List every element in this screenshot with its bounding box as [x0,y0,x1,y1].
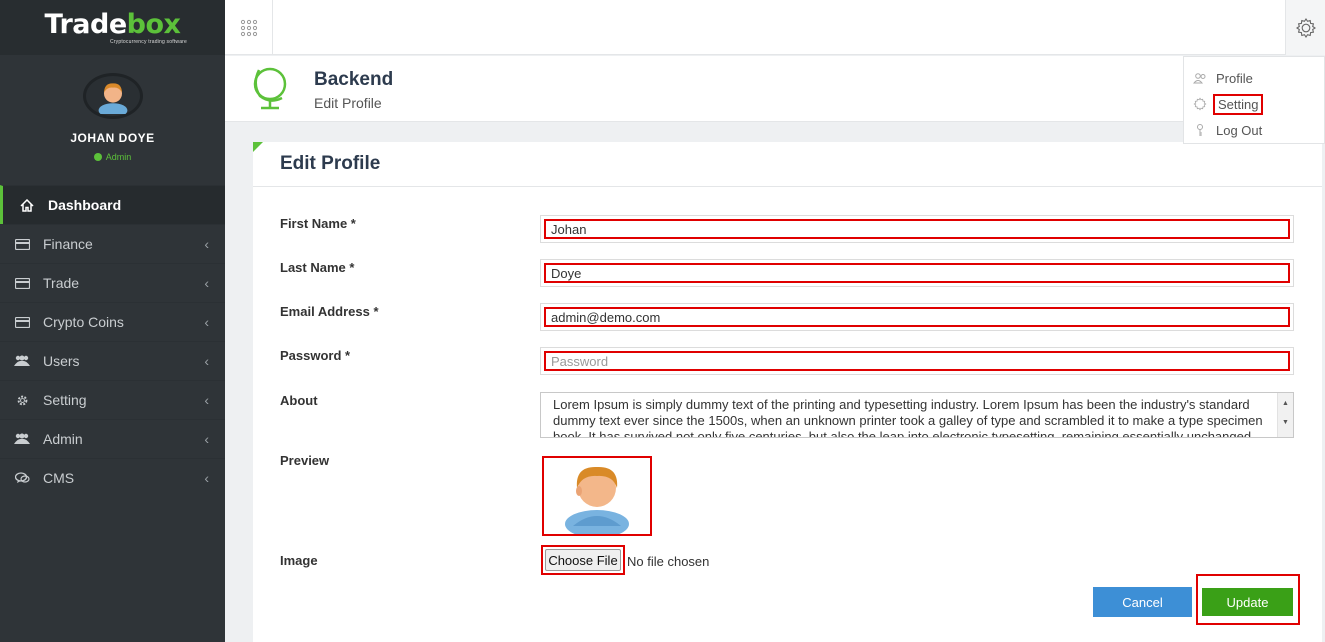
sidebar-nav: Dashboard Finance ‹ Trade ‹ Crypto Coins… [0,185,225,497]
sidebar-item-label: Admin [43,431,83,447]
sidebar-item-label: Users [43,353,80,369]
key-icon [1192,123,1208,137]
card-icon [13,237,31,251]
email-label: Email Address * [280,304,379,319]
chevron-left-icon: ‹ [204,236,209,252]
grid-icon [240,19,257,36]
sidebar-item-label: Dashboard [48,197,122,213]
about-text: Lorem Ipsum is simply dummy text of the … [553,397,1263,438]
update-button-highlight: Update [1196,574,1300,625]
menu-item-profile[interactable]: Profile [1184,65,1324,91]
sidebar-item-dashboard[interactable]: Dashboard [0,185,225,224]
logo-accent-text: box [126,8,181,40]
panel-corner-accent [253,142,263,152]
users-icon [1192,72,1208,84]
last-name-label: Last Name * [280,260,355,275]
cancel-button[interactable]: Cancel [1093,587,1192,617]
preview-label: Preview [280,453,330,468]
settings-button[interactable] [1285,0,1325,55]
image-label: Image [280,553,318,568]
last-name-value: Doye [544,263,1290,283]
choose-file-button[interactable]: Choose File [541,545,625,575]
first-name-label: First Name * [280,216,356,231]
edit-profile-panel: Edit Profile First Name * Johan Last Nam… [253,142,1322,642]
chat-icon [13,471,31,485]
sidebar-item-admin[interactable]: Admin ‹ [0,419,225,458]
first-name-field[interactable]: Johan [540,215,1294,243]
user-name: JOHAN DOYE [70,131,155,145]
textarea-scrollbar[interactable]: ▲ ▼ ◢ [1277,393,1293,437]
sidebar: Tradebox Cryptocurrency trading software… [0,0,225,642]
avatar [82,73,143,119]
file-status: No file chosen [627,554,710,569]
chevron-left-icon: ‹ [204,353,209,369]
resize-handle-icon: ◢ [1278,435,1293,437]
logo-tagline: Cryptocurrency trading software [109,38,188,45]
user-panel: JOHAN DOYE Admin [0,55,225,185]
globe-icon [250,62,292,119]
gear-icon [1295,17,1316,38]
password-placeholder: Password [544,351,1290,371]
sidebar-item-label: Trade [43,275,80,291]
sidebar-item-label: Finance [43,236,93,252]
user-avatar-icon [565,466,629,534]
logo[interactable]: Tradebox Cryptocurrency trading software [0,0,225,55]
chevron-left-icon: ‹ [204,470,209,486]
chevron-left-icon: ‹ [204,314,209,330]
logo-text: Trade [44,8,128,40]
email-field[interactable]: admin@demo.com [540,303,1294,331]
sidebar-item-setting[interactable]: Setting ‹ [0,380,225,419]
password-label: Password * [280,348,351,363]
scroll-down-icon: ▼ [1282,419,1289,426]
gear-icon [13,393,31,407]
card-icon [13,276,31,290]
page-title: Backend [314,69,394,90]
menu-item-label: Log Out [1216,122,1263,138]
users-icon [13,354,31,368]
sidebar-item-crypto-coins[interactable]: Crypto Coins ‹ [0,302,225,341]
sidebar-item-label: Crypto Coins [43,314,124,330]
menu-item-setting[interactable]: Setting [1184,91,1324,117]
user-role-label: Admin [105,152,132,162]
card-icon [13,315,31,329]
user-role: Admin [93,152,132,162]
sidebar-item-trade[interactable]: Trade ‹ [0,263,225,302]
email-value: admin@demo.com [544,307,1290,327]
last-name-field[interactable]: Doye [540,259,1294,287]
sidebar-item-label: CMS [43,470,75,486]
sidebar-item-finance[interactable]: Finance ‹ [0,224,225,263]
scroll-up-icon: ▲ [1282,400,1289,407]
choose-file-label: Choose File [545,549,621,571]
about-label: About [280,393,318,408]
gear-icon [1192,97,1208,111]
sidebar-item-label: Setting [43,392,87,408]
about-textarea[interactable]: Lorem Ipsum is simply dummy text of the … [540,392,1294,438]
home-icon [18,198,36,212]
page-subtitle: Edit Profile [314,95,382,111]
update-button[interactable]: Update [1202,588,1293,616]
chevron-left-icon: ‹ [204,392,209,408]
chevron-left-icon: ‹ [204,431,209,447]
menu-item-label: Profile [1216,70,1253,86]
user-menu-dropdown: Profile Setting Log Out [1183,56,1325,144]
menu-item-logout[interactable]: Log Out [1184,117,1324,143]
app-grid-button[interactable] [225,0,273,55]
sidebar-item-cms[interactable]: CMS ‹ [0,458,225,497]
page-header: Backend Edit Profile [225,56,1325,122]
online-status-dot [93,153,102,161]
users-icon [13,432,31,446]
chevron-left-icon: ‹ [204,275,209,291]
password-field[interactable]: Password [540,347,1294,375]
panel-title: Edit Profile [253,142,1322,187]
first-name-value: Johan [544,219,1290,239]
menu-item-label: Setting [1213,93,1264,115]
avatar-preview [542,456,652,536]
top-bar [225,0,1325,55]
sidebar-item-users[interactable]: Users ‹ [0,341,225,380]
user-avatar-icon [98,83,127,114]
